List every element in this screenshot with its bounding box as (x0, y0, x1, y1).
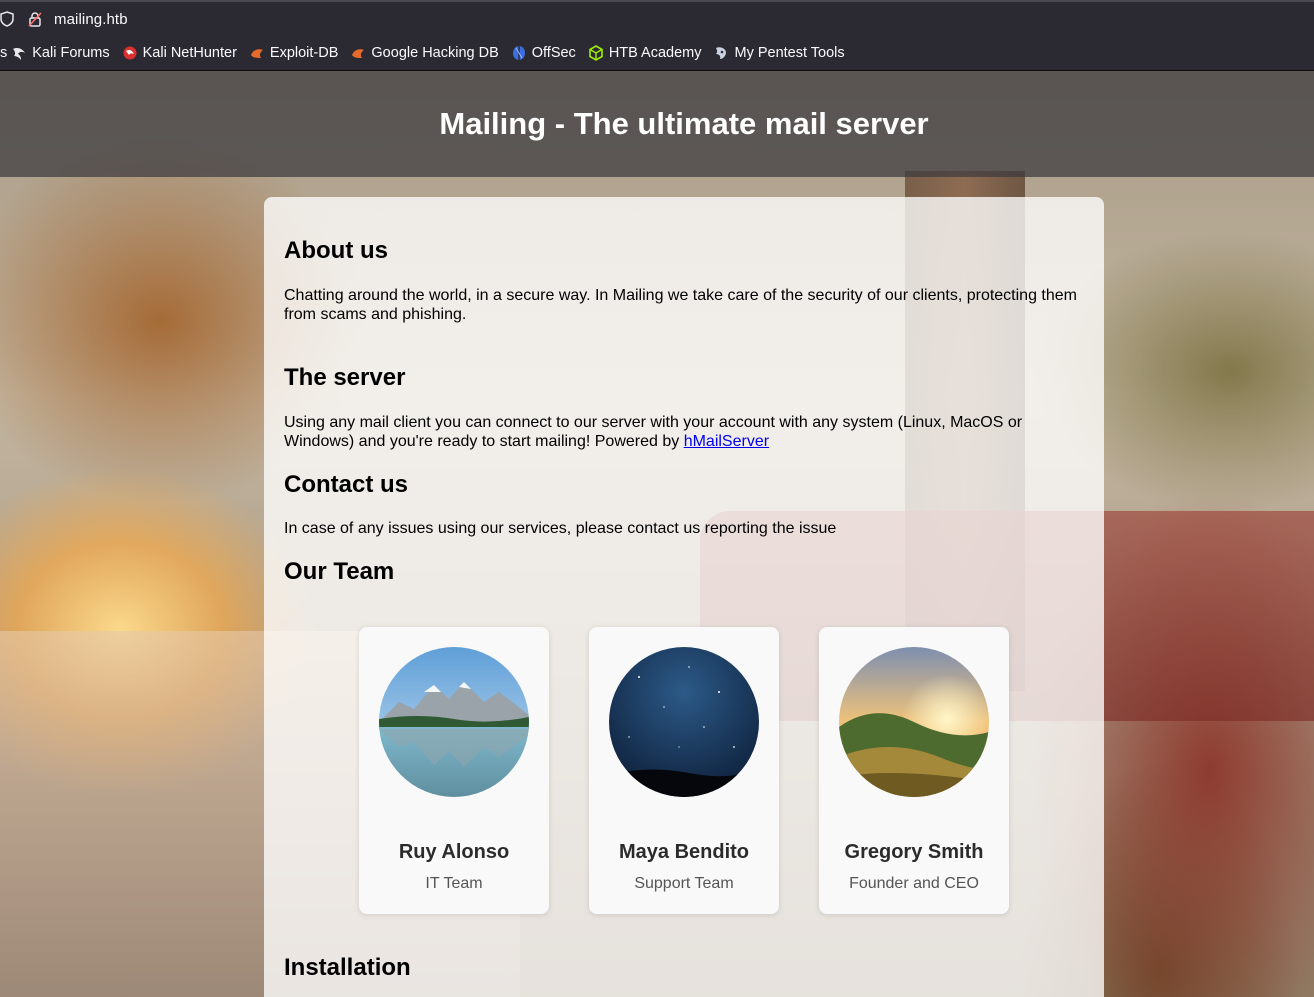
bookmark-label: Exploit-DB (269, 45, 339, 61)
bookmark-label: s (0, 45, 8, 61)
member-name: Gregory Smith (844, 841, 984, 863)
server-text-body: Using any mail client you can connect to… (284, 414, 1023, 450)
bookmark-kali-nethunter[interactable]: Kali NetHunter (122, 45, 237, 61)
kali-dragon-icon (11, 45, 27, 61)
member-role: IT Team (425, 875, 483, 892)
htb-cube-icon (588, 45, 604, 61)
team-card-ruy-alonso: Ruy Alonso IT Team (359, 627, 549, 914)
bookmark-label: HTB Academy (608, 45, 702, 61)
sunset-hills-photo (839, 647, 989, 797)
bookmark-kali-forums[interactable]: Kali Forums (11, 45, 110, 61)
main-content-panel: About us Chatting around the world, in a… (264, 197, 1104, 997)
web-page: Mailing - The ultimate mail server About… (0, 71, 1314, 997)
server-heading: The server (284, 364, 406, 391)
night-sky-photo (609, 647, 759, 797)
bookmark-google-hacking-db[interactable]: Google Hacking DB (350, 45, 499, 61)
hmailserver-link[interactable]: hMailServer (684, 433, 769, 450)
about-text: Chatting around the world, in a secure w… (284, 287, 1077, 323)
exploitdb-icon (249, 45, 265, 61)
offsec-icon (511, 45, 527, 61)
team-heading: Our Team (284, 558, 395, 585)
ghdb-icon (350, 45, 366, 61)
bookmark-offsec[interactable]: OffSec (511, 45, 576, 61)
bookmark-exploit-db[interactable]: Exploit-DB (249, 45, 339, 61)
bookmark-label: OffSec (531, 45, 576, 61)
server-text: Using any mail client you can connect to… (284, 413, 1044, 451)
nethunter-icon (122, 45, 138, 61)
bookmark-label: Kali NetHunter (142, 45, 237, 61)
pentest-tools-icon (713, 45, 729, 61)
member-name: Maya Bendito (618, 841, 750, 863)
member-role: Founder and CEO (849, 875, 979, 892)
browser-url-bar[interactable]: mailing.htb (0, 0, 1314, 36)
installation-heading: Installation (284, 954, 411, 981)
bookmark-my-pentest-tools[interactable]: My Pentest Tools (713, 45, 845, 61)
member-role: Support Team (634, 875, 734, 892)
team-card-maya-bendito: Maya Bendito Support Team (589, 627, 779, 914)
bookmark-label: My Pentest Tools (734, 45, 845, 61)
bookmarks-toolbar: s Kali Forums Kali NetHunter Exploit-DB … (0, 36, 1314, 71)
mountain-lake-photo (379, 647, 529, 797)
bookmark-label: Google Hacking DB (371, 45, 499, 61)
member-name: Ruy Alonso (398, 841, 510, 863)
site-title: Mailing - The ultimate mail server (439, 106, 929, 141)
lock-insecure-icon[interactable] (28, 11, 42, 27)
contact-heading: Contact us (284, 471, 409, 498)
bookmark-partial[interactable]: s (0, 45, 7, 61)
team-card-gregory-smith: Gregory Smith Founder and CEO (819, 627, 1009, 914)
bookmark-label: Kali Forums (32, 45, 110, 61)
bookmark-htb-academy[interactable]: HTB Academy (588, 45, 702, 61)
shield-icon[interactable] (0, 11, 14, 27)
url-text[interactable]: mailing.htb (54, 11, 128, 28)
about-heading: About us (284, 237, 388, 264)
site-header: Mailing - The ultimate mail server (0, 71, 1314, 177)
contact-text: In case of any issues using our services… (284, 520, 837, 537)
